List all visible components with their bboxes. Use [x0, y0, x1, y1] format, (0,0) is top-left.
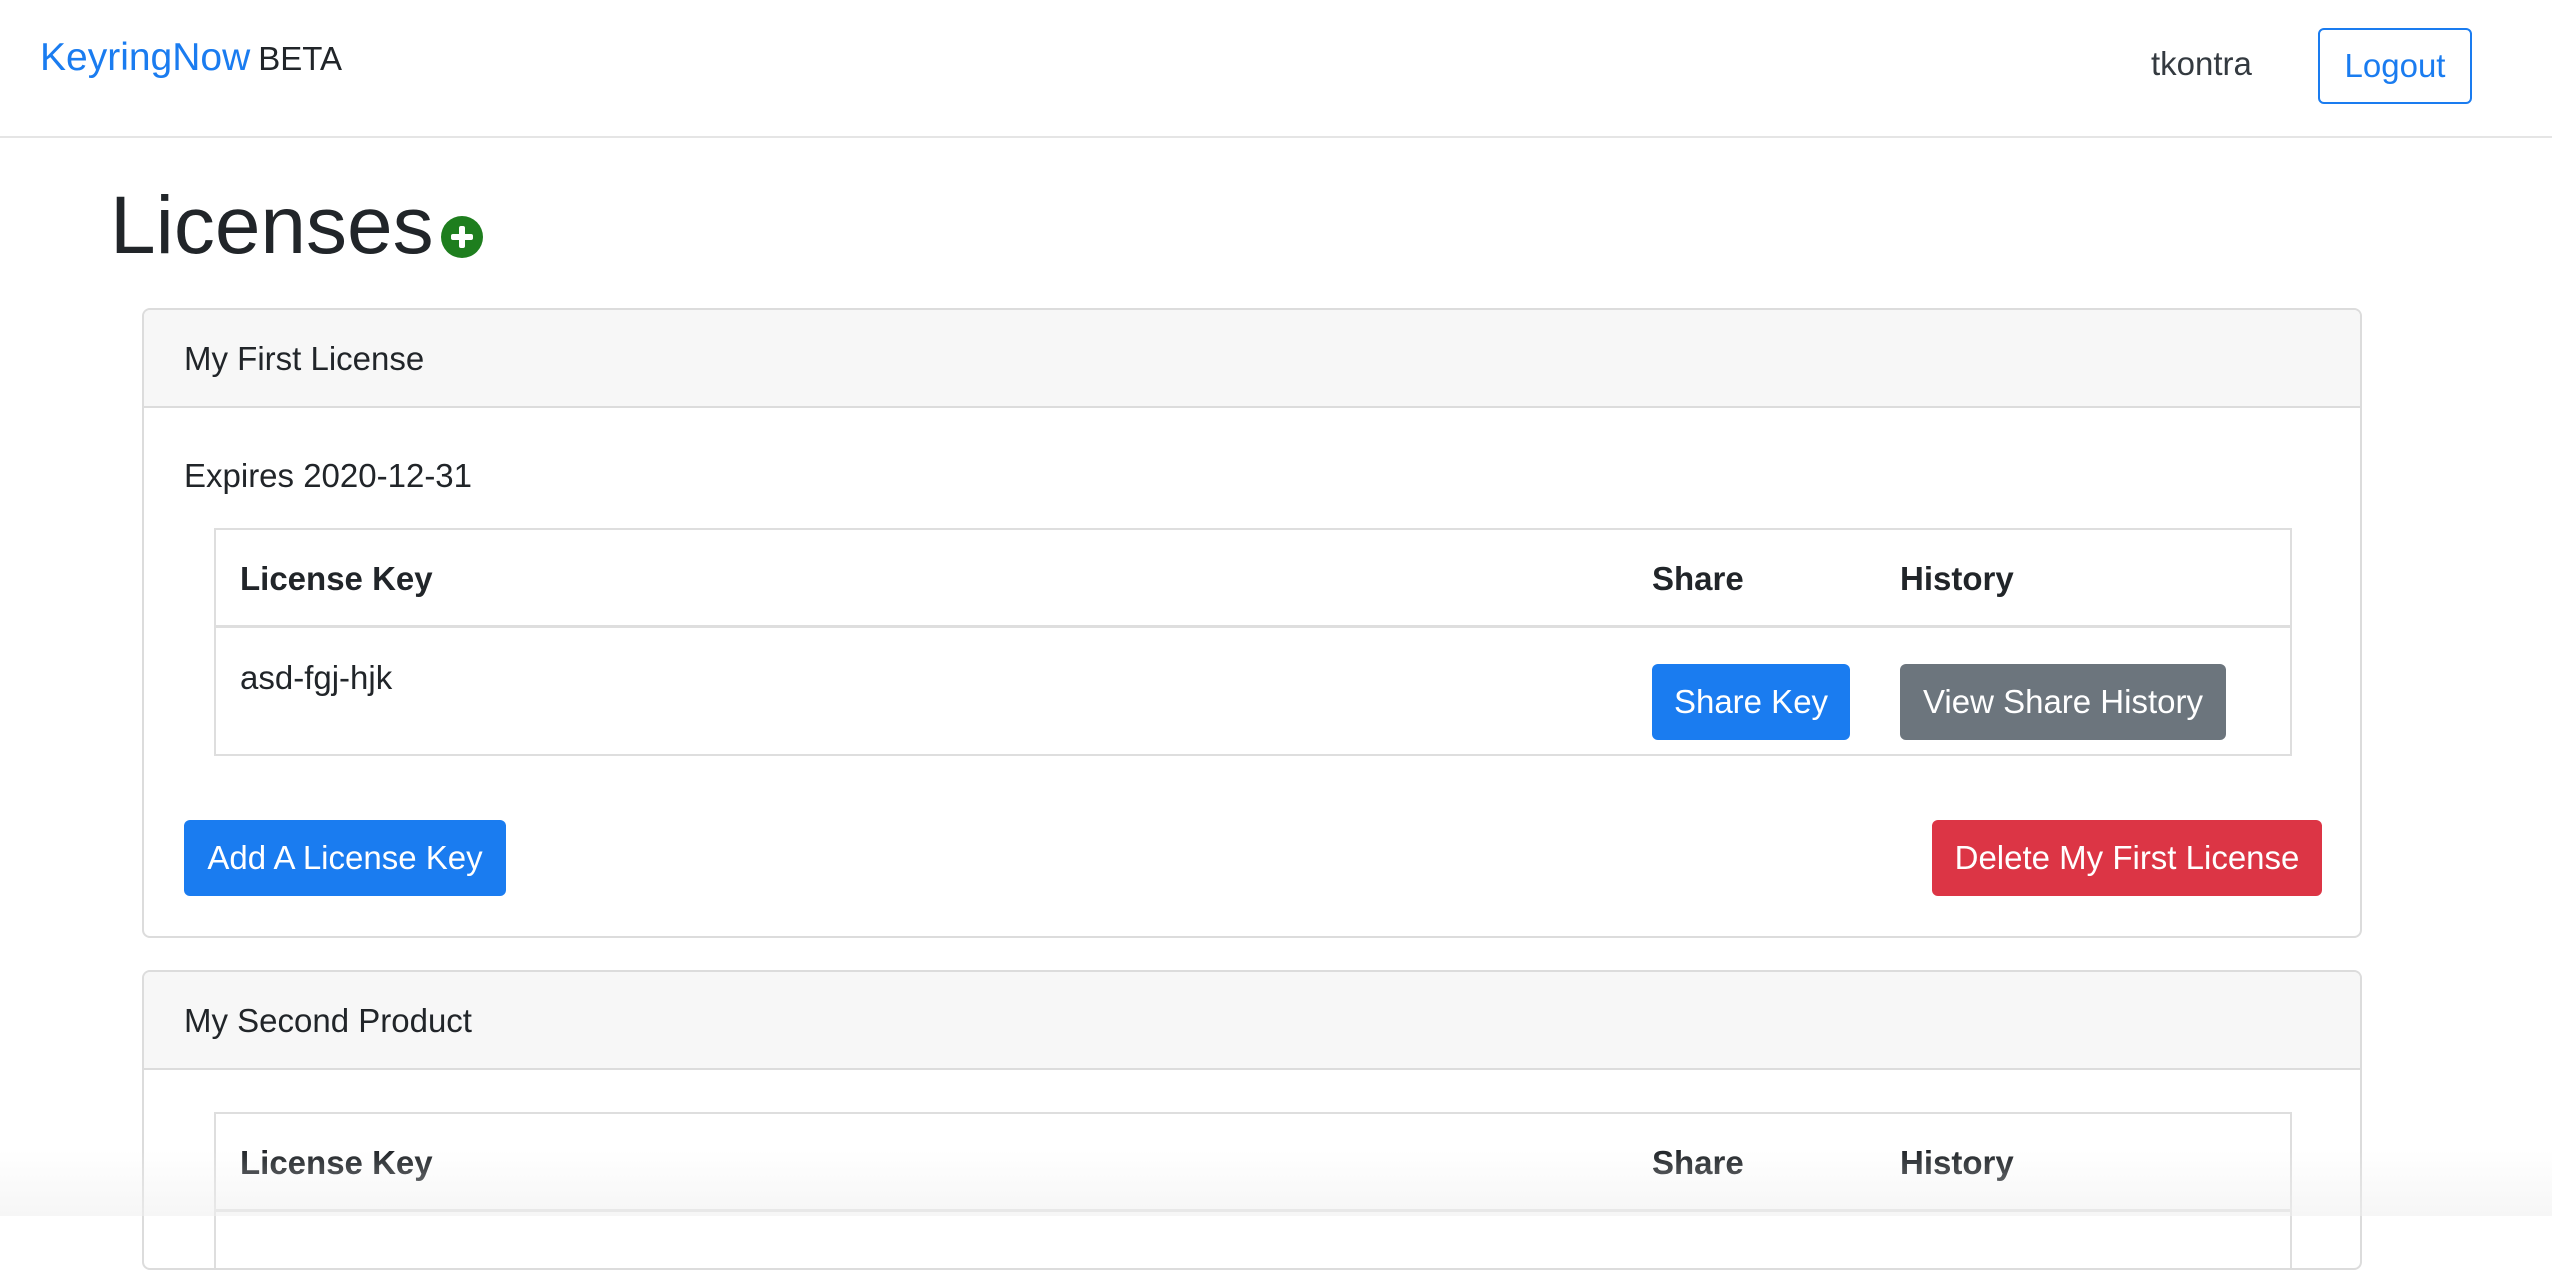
table-header-row: License Key Share History [216, 1114, 2290, 1212]
column-header-history: History [1900, 560, 2014, 597]
logout-button[interactable]: Logout [2318, 28, 2472, 104]
delete-license-button[interactable]: Delete My First License [1932, 820, 2322, 896]
top-navbar: KeyringNow BETA tkontra Logout [0, 0, 2552, 138]
license-card: My Second Product License Key Share Hist… [142, 970, 2362, 1270]
brand-link[interactable]: KeyringNow BETA [40, 34, 342, 83]
license-card-header: My First License [144, 310, 2360, 408]
page-title: Licenses [110, 180, 434, 271]
column-header-share: Share [1652, 1144, 1744, 1181]
share-key-button[interactable]: Share Key [1652, 664, 1850, 740]
license-key-value: asd-fgj-hjk [240, 659, 393, 696]
view-share-history-button[interactable]: View Share History [1900, 664, 2226, 740]
license-key-table: License Key Share History [214, 1112, 2292, 1268]
license-card-header: My Second Product [144, 972, 2360, 1070]
table-header-row: License Key Share History [216, 530, 2290, 628]
column-header-license-key: License Key [240, 560, 433, 597]
beta-badge: BETA [258, 40, 343, 77]
username-label: tkontra [2151, 45, 2252, 82]
license-card: My First License Expires 2020-12-31 Lice… [142, 308, 2362, 938]
add-license-key-button[interactable]: Add A License Key [184, 820, 506, 896]
license-key-table: License Key Share History asd-fgj-hjk Sh… [214, 528, 2292, 756]
license-expiry: Expires 2020-12-31 [184, 457, 473, 494]
add-license-plus-icon[interactable] [441, 216, 483, 258]
brand-name[interactable]: KeyringNow [40, 36, 250, 79]
column-header-license-key: License Key [240, 1144, 433, 1181]
column-header-share: Share [1652, 560, 1744, 597]
column-header-history: History [1900, 1144, 2014, 1181]
